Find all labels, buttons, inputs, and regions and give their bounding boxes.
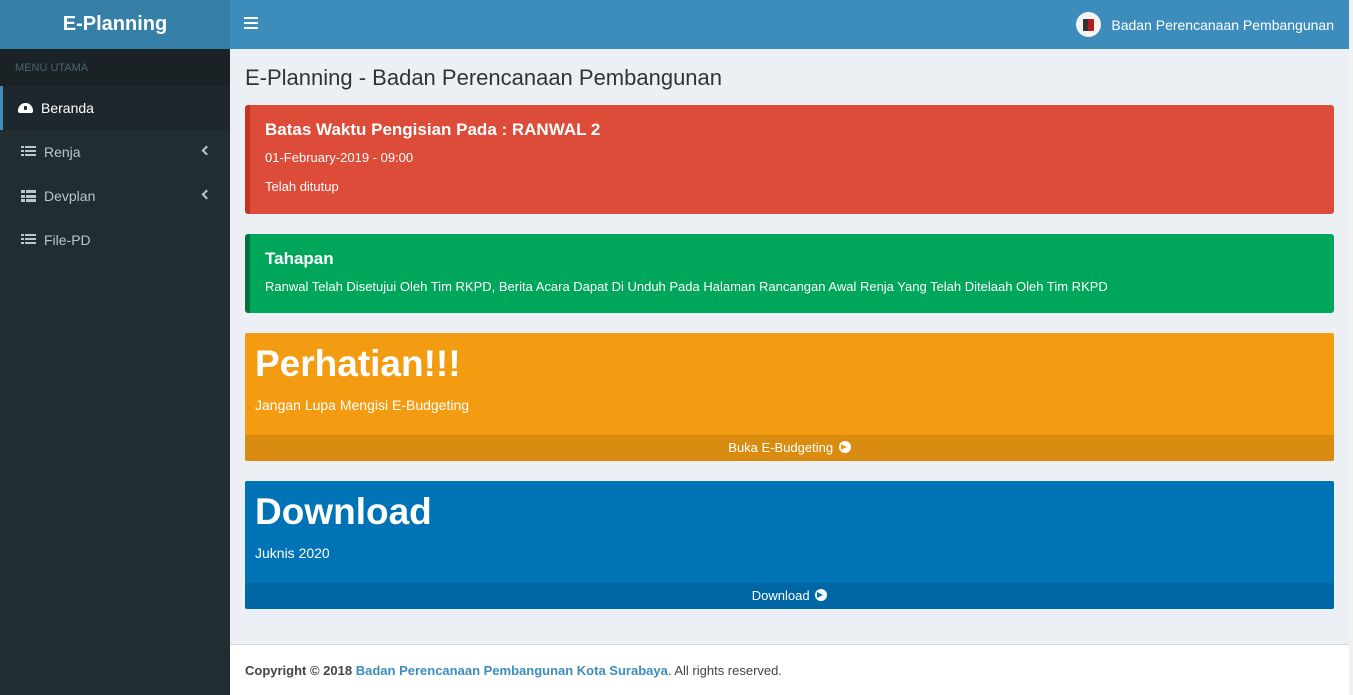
sidebar-item-label: Devplan bbox=[44, 188, 96, 204]
download-box: Download Juknis 2020 Download bbox=[245, 481, 1334, 609]
tahapan-title: Tahapan bbox=[265, 249, 334, 268]
list-icon bbox=[21, 146, 36, 158]
scrollbar[interactable] bbox=[1349, 0, 1353, 695]
deadline-callout: Batas Waktu Pengisian Pada : RANWAL 2 01… bbox=[245, 105, 1334, 214]
arrow-circle-right-icon bbox=[815, 589, 828, 601]
download-title: Download bbox=[255, 491, 432, 532]
tahapan-text: Ranwal Telah Disetujui Oleh Tim RKPD, Be… bbox=[265, 279, 1108, 294]
deadline-title: Batas Waktu Pengisian Pada : RANWAL 2 bbox=[265, 120, 601, 139]
open-ebudgeting-link[interactable]: Buka E-Budgeting bbox=[245, 435, 1334, 461]
sidebar-menu-header: MENU UTAMA bbox=[0, 49, 230, 86]
copyright-text: Copyright © 2018 bbox=[245, 663, 353, 678]
sidebar-item-beranda[interactable]: Beranda bbox=[0, 86, 230, 130]
sidebar-item-label: Renja bbox=[44, 144, 81, 160]
sidebar-item-label: File-PD bbox=[44, 232, 91, 248]
page-footer: Copyright © 2018 Badan Perencanaan Pemba… bbox=[230, 644, 1353, 695]
app-logo[interactable]: E-Planning bbox=[0, 0, 230, 49]
deadline-date: 01-February-2019 - 09:00 bbox=[265, 150, 414, 165]
user-name: Badan Perencanaan Pembangunan bbox=[1111, 16, 1334, 33]
perhatian-text: Jangan Lupa Mengisi E-Budgeting bbox=[255, 397, 470, 413]
sidebar-item-renja[interactable]: Renja bbox=[0, 130, 230, 174]
page-title: E-Planning - Badan Perencanaan Pembangun… bbox=[245, 65, 723, 90]
list-icon bbox=[21, 234, 36, 246]
chevron-left-icon bbox=[201, 189, 212, 200]
org-link[interactable]: Badan Perencanaan Pembangunan Kota Surab… bbox=[356, 663, 668, 678]
perhatian-title: Perhatian!!! bbox=[255, 343, 461, 384]
download-link[interactable]: Download bbox=[245, 583, 1334, 609]
download-text: Juknis 2020 bbox=[255, 545, 330, 561]
avatar bbox=[1076, 12, 1102, 37]
user-menu[interactable]: Badan Perencanaan Pembangunan bbox=[1076, 12, 1334, 37]
chevron-left-icon bbox=[201, 145, 212, 156]
sidebar: MENU UTAMA Beranda Renja Devplan File-PD bbox=[0, 49, 230, 695]
tahapan-callout: Tahapan Ranwal Telah Disetujui Oleh Tim … bbox=[245, 234, 1334, 313]
sidebar-toggle-icon[interactable] bbox=[244, 15, 258, 33]
sidebar-item-label: Beranda bbox=[41, 100, 94, 116]
top-navbar: Badan Perencanaan Pembangunan bbox=[230, 0, 1353, 49]
th-list-icon bbox=[21, 190, 36, 202]
dashboard-icon bbox=[18, 103, 33, 113]
rights-text: . All rights reserved. bbox=[667, 663, 782, 678]
arrow-circle-right-icon bbox=[838, 441, 851, 453]
sidebar-item-file-pd[interactable]: File-PD bbox=[0, 218, 230, 262]
main-content: E-Planning - Badan Perencanaan Pembangun… bbox=[230, 49, 1353, 695]
open-ebudgeting-label: Buka E-Budgeting bbox=[728, 440, 834, 455]
sidebar-item-devplan[interactable]: Devplan bbox=[0, 174, 230, 218]
perhatian-box: Perhatian!!! Jangan Lupa Mengisi E-Budge… bbox=[245, 333, 1334, 461]
deadline-status: Telah ditutup bbox=[265, 179, 339, 194]
download-label: Download bbox=[751, 588, 810, 603]
